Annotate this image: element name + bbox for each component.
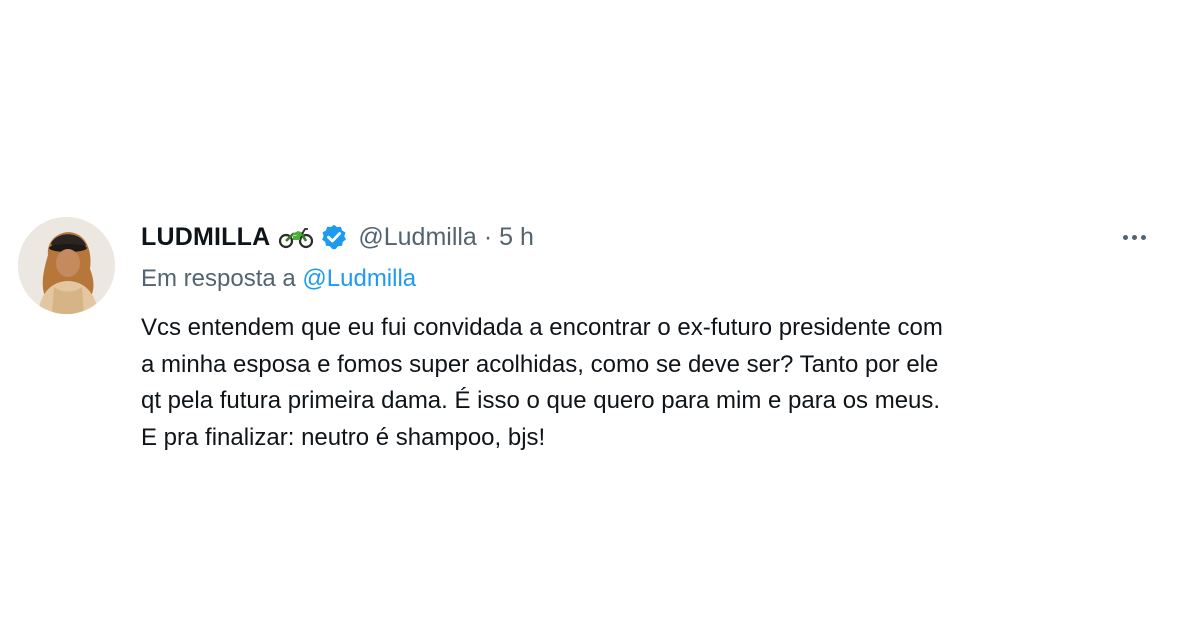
motorcycle-icon (278, 225, 314, 249)
user-handle[interactable]: @Ludmilla (358, 223, 476, 252)
reply-prefix: Em resposta a (141, 265, 296, 292)
display-name[interactable]: LUDMILLA (141, 223, 270, 252)
avatar-image (18, 217, 115, 314)
tweet-text-line: Vcs entendem que eu fui convidada a enco… (141, 314, 943, 341)
tweet-header: LUDMILLA @Ludmilla · 5 h (141, 219, 534, 255)
tweet-text-line: E pra finalizar: neutro é shampoo, bjs! (141, 423, 546, 451)
tweet-text-line: a minha esposa e fomos super acolhidas, … (141, 350, 939, 378)
tweet-card: LUDMILLA @Ludmilla · 5 h Em resposta a @… (0, 0, 1200, 630)
tweet-text: Vcs entendem que eu fui convidada a enco… (141, 310, 1161, 456)
tweet-timestamp[interactable]: 5 h (499, 223, 534, 252)
separator-dot: · (483, 222, 493, 251)
tweet-text-line: qt pela futura primeira dama. É isso o q… (141, 387, 941, 414)
reply-mention-link[interactable]: @Ludmilla (302, 265, 416, 292)
more-options-button[interactable] (1114, 224, 1154, 250)
verified-badge-icon (320, 223, 348, 251)
more-options-icon (1131, 234, 1137, 240)
avatar[interactable] (18, 217, 115, 314)
reply-context: Em resposta a @Ludmilla (141, 265, 416, 293)
more-options-icon (1122, 234, 1128, 240)
more-options-icon (1140, 234, 1146, 240)
